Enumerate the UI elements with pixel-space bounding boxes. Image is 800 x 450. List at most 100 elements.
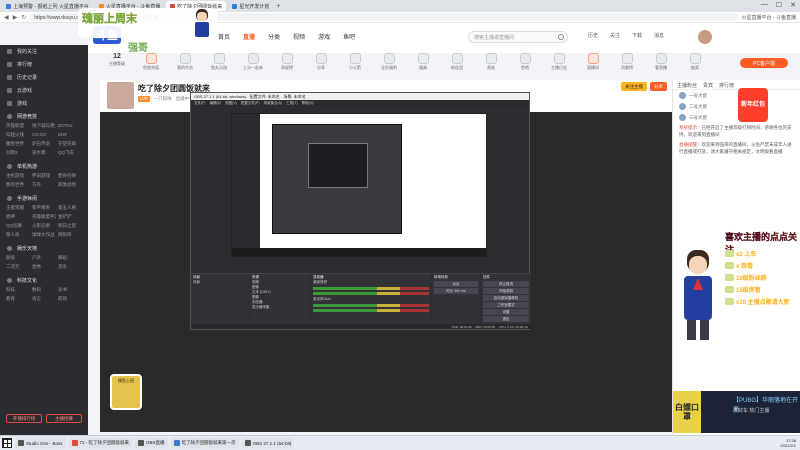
obs-menu-item[interactable]: 视图(V) [225, 101, 237, 106]
category-link[interactable]: 逆水寒 [32, 150, 56, 156]
history-link[interactable]: 历史 [588, 32, 598, 39]
anchor-avatar[interactable] [107, 82, 134, 109]
sidebar-item[interactable]: 历史记录 [0, 71, 88, 84]
category-link[interactable]: 第五人格 [58, 205, 82, 211]
minimize-button[interactable]: — [761, 1, 768, 9]
rank-row[interactable]: 一号大佬 [673, 90, 800, 101]
back-icon[interactable]: ◀ [4, 14, 9, 21]
search-icon[interactable] [558, 34, 564, 40]
obs-menu-item[interactable]: 配置文件(P) [241, 101, 260, 106]
follow-button[interactable]: 关注主播 [621, 82, 647, 91]
category-link[interactable]: 和平精英 [32, 205, 56, 211]
chat-tab[interactable]: 贵宾 [703, 82, 713, 89]
quick-icon[interactable]: 贡献榜 [610, 53, 644, 71]
start-record-button[interactable]: 开始录制 [483, 288, 529, 294]
studio-mode-button[interactable]: 工作室模式 [483, 302, 529, 308]
chat-ad-banner[interactable]: 白嫖口罩 【PUBG】华丽落地在开局 发财车 热门主播 [673, 391, 800, 433]
nav-item[interactable]: 分类 [268, 32, 280, 41]
sidebar-item[interactable]: 游戏 [0, 97, 88, 110]
quick-icon[interactable]: 看直播 [644, 53, 678, 71]
forward-icon[interactable]: ▶ [13, 14, 18, 21]
category-link[interactable]: 明日之后 [58, 223, 82, 229]
room-tag[interactable]: 一只猫咪 [154, 96, 172, 102]
category-link[interactable]: 魔兽世界 [6, 141, 30, 147]
chat-user[interactable]: 直播提醒： [679, 142, 702, 147]
sidebar-item[interactable]: 云游戏 [0, 84, 88, 97]
quick-icon[interactable]: 直播间 [576, 53, 610, 71]
nav-item[interactable]: 视频 [293, 32, 305, 41]
recruit-button[interactable]: 主播招募 [46, 414, 82, 423]
obs-menu-item[interactable]: 文件(F) [194, 101, 205, 106]
category-link[interactable]: 英雄联盟手游 [32, 214, 56, 220]
nav-item[interactable]: 鱼吧 [343, 32, 355, 41]
quick-icon[interactable]: 鱼丸乐园 [202, 53, 236, 71]
browser-tab[interactable]: 星光开发计划 [228, 1, 273, 11]
obs-menu-item[interactable]: 帮助(H) [302, 101, 314, 106]
nav-item-active[interactable]: 直播 [243, 32, 255, 41]
system-tray-clock[interactable]: 17:28 2022/2/1 [780, 438, 800, 448]
category-link[interactable]: 语言 [32, 296, 56, 302]
category-link[interactable]: 王者荣耀 [6, 205, 30, 211]
category-link[interactable]: 我的世界 [6, 182, 30, 188]
category-link[interactable]: QQ炫舞 [6, 223, 30, 229]
category-link[interactable]: 职场 [58, 296, 82, 302]
quick-icon[interactable]: 粉丝团 [440, 53, 474, 71]
transition-select[interactable]: 淡出 [434, 281, 478, 287]
rank-row[interactable]: 二号大佬 [673, 101, 800, 112]
quick-icon[interactable]: 分享 [304, 53, 338, 71]
nav-item[interactable]: 游戏 [318, 32, 330, 41]
taskbar-app[interactable]: Studio One - Boss [15, 437, 66, 449]
share-button[interactable]: 分享 [650, 82, 667, 91]
category-link[interactable]: 地下城与勇士 [32, 123, 56, 129]
quick-icon[interactable]: 道具 [406, 53, 440, 71]
obs-menu-item[interactable]: 场景集合(S) [264, 101, 283, 106]
category-link[interactable]: 方舟 [32, 182, 56, 188]
obs-menu-item[interactable]: 工具(T) [286, 101, 297, 106]
category-link[interactable]: 读书 [58, 287, 82, 293]
category-link[interactable]: QQ飞车 [58, 150, 82, 156]
close-button[interactable]: ✕ [790, 1, 796, 9]
stream-rank-button[interactable]: 开播排行榜 [6, 414, 42, 423]
maximize-button[interactable]: ☐ [776, 1, 782, 9]
nav-item[interactable]: 首页 [218, 32, 230, 41]
category-link[interactable]: 炉石传说 [32, 141, 56, 147]
quick-icon[interactable]: 12 主播等级 [100, 53, 134, 67]
category-link[interactable]: 守望先锋 [58, 141, 82, 147]
category-link[interactable]: 使命召唤 [58, 173, 82, 179]
category-link[interactable]: 主机游戏 [6, 173, 30, 179]
category-link[interactable]: 穿越火线 [6, 132, 30, 138]
category-link[interactable]: 颜值 [6, 255, 30, 261]
refresh-icon[interactable]: ↻ [21, 14, 26, 21]
category-link[interactable]: 科技 [6, 287, 30, 293]
category-link[interactable]: 数码 [32, 287, 56, 293]
taskbar-app[interactable]: 71 - 吃了除夕团圆饭就来 [68, 437, 133, 449]
scene-item[interactable]: 场景 [193, 280, 247, 285]
category-link[interactable]: CS:GO [32, 132, 56, 138]
quick-icon[interactable]: 主播日志 [542, 53, 576, 71]
user-avatar[interactable] [698, 30, 712, 44]
category-link[interactable]: 二次元 [6, 264, 30, 270]
category-link[interactable]: 英雄联盟 [6, 123, 30, 129]
settings-button[interactable]: 设置 [483, 309, 529, 315]
start-menu-icon[interactable] [2, 438, 12, 448]
category-link[interactable]: 金铲铲 [58, 214, 82, 220]
source-item[interactable]: 显示器采集 [252, 305, 308, 310]
category-link[interactable]: 剑网3 [6, 150, 30, 156]
taskbar-app[interactable]: OBS直播 [135, 437, 168, 449]
chat-user[interactable]: 系统提示： [679, 125, 702, 130]
follow-link[interactable]: 关注 [610, 32, 620, 39]
virtual-camera-button[interactable]: 启动虚拟摄像机 [483, 295, 529, 301]
quick-icon[interactable]: 周星榜 [270, 53, 304, 71]
sidebar-item[interactable]: 我的关注 [0, 45, 88, 58]
message-link[interactable]: 消息 [654, 32, 664, 39]
category-link[interactable]: 舞蹈 [58, 255, 82, 261]
taskbar-app[interactable]: OBS 27.1.1 (64-bit) [241, 437, 295, 449]
room-tag[interactable]: 直播中 [176, 96, 190, 102]
category-link[interactable]: 刺激战场 [58, 182, 82, 188]
exit-button[interactable]: 退出 [483, 316, 529, 322]
quick-icon[interactable]: 上分一起来 [236, 53, 270, 71]
quick-icon[interactable]: 抽奖 [678, 53, 712, 71]
obs-menu-item[interactable]: 编辑(E) [209, 101, 221, 106]
quick-icon[interactable]: 全民福利 [372, 53, 406, 71]
chat-tab[interactable]: 主播粉丝 [677, 82, 697, 89]
